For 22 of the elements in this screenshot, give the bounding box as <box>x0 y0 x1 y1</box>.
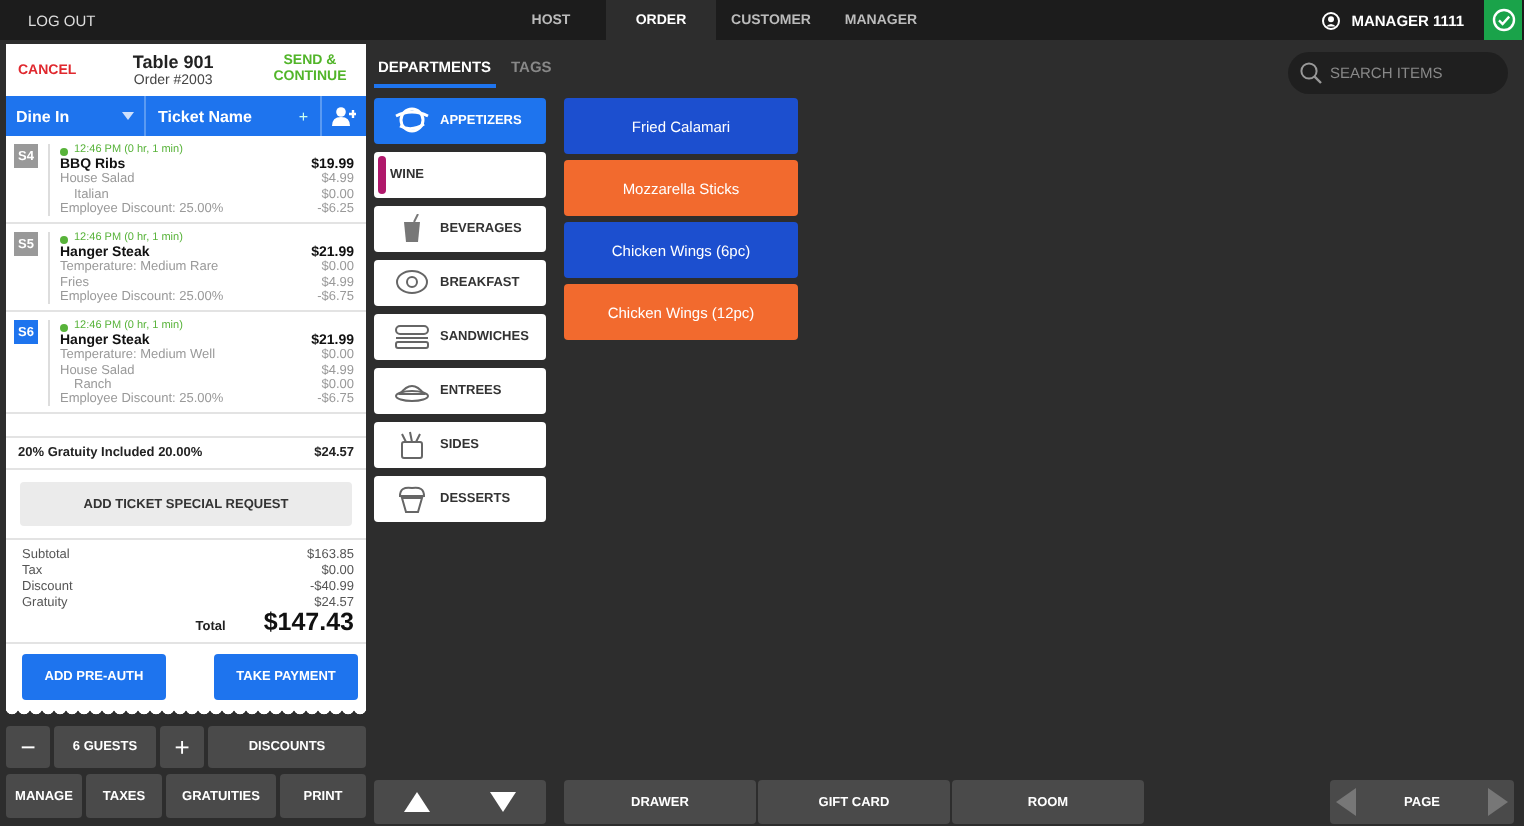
confirm-button[interactable] <box>1484 0 1522 40</box>
down-arrow-icon <box>490 792 516 812</box>
dropdown-caret-icon <box>122 112 134 120</box>
add-ticket-name-button[interactable]: + <box>298 107 308 125</box>
ticket-name-label: Ticket Name <box>158 107 252 125</box>
sandwich-icon <box>394 322 430 352</box>
status-dot <box>60 323 68 332</box>
user-icon <box>1321 11 1340 29</box>
add-person-icon <box>332 106 356 126</box>
up-arrow-icon <box>404 792 430 812</box>
status-dot <box>60 147 68 156</box>
status-dot <box>60 235 68 244</box>
grand-total-value: $147.43 <box>263 614 354 630</box>
right-arrow-icon <box>1487 788 1508 816</box>
table-title: Table 901 <box>132 52 214 72</box>
increase-guests-button[interactable]: + <box>160 726 204 768</box>
dine-option-dropdown[interactable]: Dine In <box>6 96 146 136</box>
checkmark-icon <box>1491 8 1515 32</box>
left-arrow-icon <box>1336 788 1356 816</box>
egg-icon <box>394 268 430 298</box>
cupcake-icon <box>394 484 430 514</box>
decrease-guests-button[interactable]: − <box>6 726 50 768</box>
